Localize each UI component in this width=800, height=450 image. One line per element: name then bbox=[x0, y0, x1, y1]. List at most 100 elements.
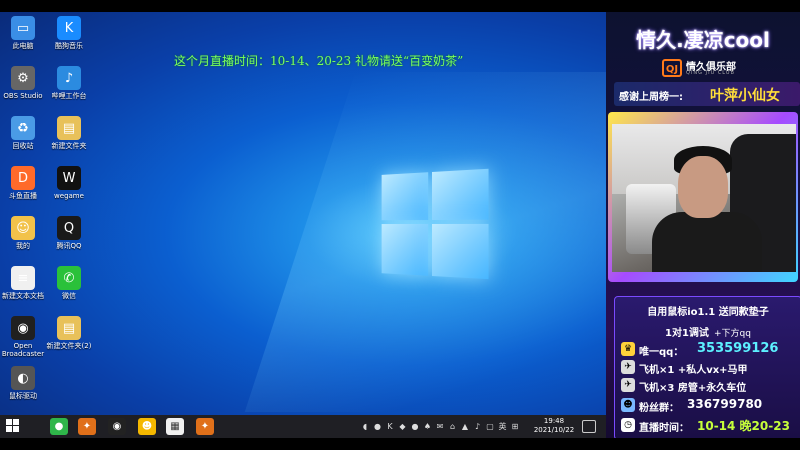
tuning-promo: 1对1调试 +下方qq bbox=[615, 321, 800, 340]
plane-three-text: 飞机×3 房管+永久车位 bbox=[639, 383, 747, 394]
clock-time: 19:48 bbox=[543, 417, 565, 425]
fans-number: 336799780 bbox=[687, 397, 763, 411]
windows-logo-wallpaper bbox=[381, 168, 489, 281]
tray-icon[interactable]: ♪ bbox=[473, 420, 483, 432]
folder-icon: ▤ bbox=[57, 316, 81, 340]
obs-icon: ◉ bbox=[112, 421, 122, 432]
live-time-row: ◷ 直播时间： 10-14 晚20-23 bbox=[621, 417, 800, 435]
browser-360-icon: ● bbox=[54, 421, 64, 432]
tray-icon[interactable]: ♠ bbox=[423, 420, 433, 432]
tray-icon[interactable]: ● bbox=[373, 420, 383, 432]
desktop-icon[interactable]: D 斗鱼直播 bbox=[0, 166, 46, 208]
qq-icon: Q bbox=[57, 216, 81, 240]
fan-group-icon: ☻ bbox=[621, 398, 635, 412]
douyu-icon: D bbox=[11, 166, 35, 190]
qq-label: 唯一qq： bbox=[639, 347, 684, 358]
desktop-icon[interactable]: ▭ 此电脑 bbox=[0, 16, 46, 58]
tray-icon[interactable]: ▢ bbox=[485, 420, 495, 432]
document-icon: ≡ bbox=[11, 266, 35, 290]
plane-one-row: ✈ 飞机×1 +私人vx+马甲 bbox=[621, 359, 800, 377]
taskbar-app-obs[interactable]: ◉ bbox=[108, 418, 126, 435]
desktop-icon[interactable]: ♪ 哔哩工作台 bbox=[46, 66, 92, 108]
desktop-icon-label: 鼠标驱动 bbox=[9, 392, 37, 400]
desktop-icon[interactable]: ▤ 新建文件夹 bbox=[46, 116, 92, 158]
desktop-icon[interactable]: ◉ Open Broadcaster bbox=[0, 316, 46, 358]
qq-number: 353599126 bbox=[697, 341, 779, 356]
notification-icon[interactable] bbox=[582, 420, 596, 433]
plane-icon: ✈ bbox=[621, 360, 635, 374]
obs-settings-icon: ⚙ bbox=[11, 66, 35, 90]
taskbar-app-game[interactable]: ✦ bbox=[78, 418, 96, 435]
tray-icon[interactable]: ⊞ bbox=[510, 420, 520, 432]
desktop-icon[interactable]: ≡ 新建文本文档 bbox=[0, 266, 46, 308]
file-explorer-icon: ▦ bbox=[170, 421, 180, 432]
taskbar: ● ✦ ◉ ☻ ▦ ✦ ◖ ● K ◆ ● ♠ ✉ ⌂ ▲ ♪ ▢ 英 ⊞ 19:48 2021/10/22 bbox=[0, 415, 606, 438]
thanks-label: 感谢上周榜一: bbox=[619, 92, 683, 103]
desktop-icon-label: OBS Studio bbox=[3, 92, 43, 100]
desktop-icon[interactable]: ◐ 鼠标驱动 bbox=[0, 366, 46, 408]
stream-schedule-notice: 这个月直播时间：10-14、20-23 礼物请送“百变奶茶” bbox=[174, 54, 464, 68]
tray-icon[interactable]: ▲ bbox=[460, 420, 470, 432]
qq-penguin-icon: ♛ bbox=[621, 342, 635, 356]
desktop-icon-label: 腾讯QQ bbox=[56, 242, 82, 250]
desktop-icon-label: 我的 bbox=[16, 242, 30, 250]
desktop-icon-label: 新建文件夹 bbox=[51, 142, 87, 150]
desktop-icon[interactable]: Q 腾讯QQ bbox=[46, 216, 92, 258]
desktop-icon[interactable]: K 酷狗音乐 bbox=[46, 16, 92, 58]
taskbar-app-explorer[interactable]: ▦ bbox=[166, 418, 184, 435]
desktop-icon[interactable]: ☺ 我的 bbox=[0, 216, 46, 258]
clock-date: 2021/10/22 bbox=[533, 426, 575, 434]
letterbox-top bbox=[0, 0, 800, 12]
computer-icon: ▭ bbox=[11, 16, 35, 40]
start-button[interactable] bbox=[6, 419, 20, 433]
fans-label: 粉丝群： bbox=[639, 403, 679, 414]
taskbar-app-game2[interactable]: ✦ bbox=[196, 418, 214, 435]
letterbox-bottom bbox=[0, 438, 800, 450]
tray-icon[interactable]: ◆ bbox=[398, 420, 408, 432]
game-icon: ✦ bbox=[200, 421, 210, 432]
info-board: 自用鼠标io1.1 送同款垫子 1对1调试 +下方qq ♛ 唯一qq： 3535… bbox=[614, 296, 800, 438]
desktop-icon-label: 哔哩工作台 bbox=[51, 92, 87, 100]
tray-icon[interactable]: ● bbox=[410, 420, 420, 432]
tray-icon[interactable]: ✉ bbox=[435, 420, 445, 432]
clock-icon: ◷ bbox=[621, 418, 635, 432]
desktop-icon[interactable]: ▤ 新建文件夹(2) bbox=[46, 316, 92, 358]
desktop-icon[interactable]: ✆ 微信 bbox=[46, 266, 92, 308]
game-icon: ✦ bbox=[82, 421, 92, 432]
tray-icon[interactable]: K bbox=[385, 420, 395, 432]
tray-icon[interactable]: ◖ bbox=[360, 420, 370, 432]
desktop-icon[interactable]: Wwegame bbox=[46, 166, 92, 208]
live-time-label: 直播时间： bbox=[639, 423, 689, 434]
desktop-icon-label: 回收站 bbox=[12, 142, 34, 150]
taskbar-clock[interactable]: 19:48 2021/10/22 bbox=[530, 417, 578, 435]
plane-one-text: 飞机×1 +私人vx+马甲 bbox=[639, 365, 748, 376]
desktop-icon-label: 此电脑 bbox=[12, 42, 34, 50]
desktop-icon[interactable]: ♻ 回收站 bbox=[0, 116, 46, 158]
stream-overlay-panel: 情久.凄凉cool QJ 情久俱乐部 QING JIU CLUB 感谢上周榜一:… bbox=[606, 12, 800, 438]
tuning-suffix: +下方qq bbox=[714, 329, 751, 339]
taskbar-app-mascot[interactable]: ☻ bbox=[138, 418, 156, 435]
desktop-icon-label: 酷狗音乐 bbox=[55, 42, 83, 50]
desktop-icon-label: 新建文件夹(2) bbox=[46, 342, 92, 350]
club-subtitle: QING JIU CLUB bbox=[686, 70, 735, 76]
mouse-promo: 自用鼠标io1.1 送同款垫子 bbox=[647, 307, 769, 318]
club-badge: QJ 情久俱乐部 QING JIU CLUB bbox=[662, 58, 782, 80]
tuning-label: 1对1调试 bbox=[665, 328, 709, 339]
windows-desktop[interactable]: 这个月直播时间：10-14、20-23 礼物请送“百变奶茶” ▭ 此电脑 K 酷狗音乐… bbox=[0, 12, 606, 415]
wegame-icon: W bbox=[57, 166, 81, 190]
contact-icon: ☺ bbox=[11, 216, 35, 240]
qq-row: ♛ 唯一qq： 353599126 bbox=[621, 341, 800, 359]
wechat-icon: ✆ bbox=[57, 266, 81, 290]
bilibili-icon: ♪ bbox=[57, 66, 81, 90]
tray-icon[interactable]: ⌂ bbox=[448, 420, 458, 432]
plane-icon: ✈ bbox=[621, 378, 635, 392]
recycle-bin-icon: ♻ bbox=[11, 116, 35, 140]
desktop-icon-label: Open Broadcaster bbox=[1, 342, 45, 358]
taskbar-app-360[interactable]: ● bbox=[50, 418, 68, 435]
tray-icon[interactable]: 英 bbox=[498, 420, 508, 432]
mascot-icon: ☻ bbox=[141, 421, 153, 432]
desktop-icon[interactable]: ⚙ OBS Studio bbox=[0, 66, 46, 108]
plane-three-row: ✈ 飞机×3 房管+永久车位 bbox=[621, 377, 800, 395]
mouse-driver-icon: ◐ bbox=[11, 366, 35, 390]
folder-icon: ▤ bbox=[57, 116, 81, 140]
